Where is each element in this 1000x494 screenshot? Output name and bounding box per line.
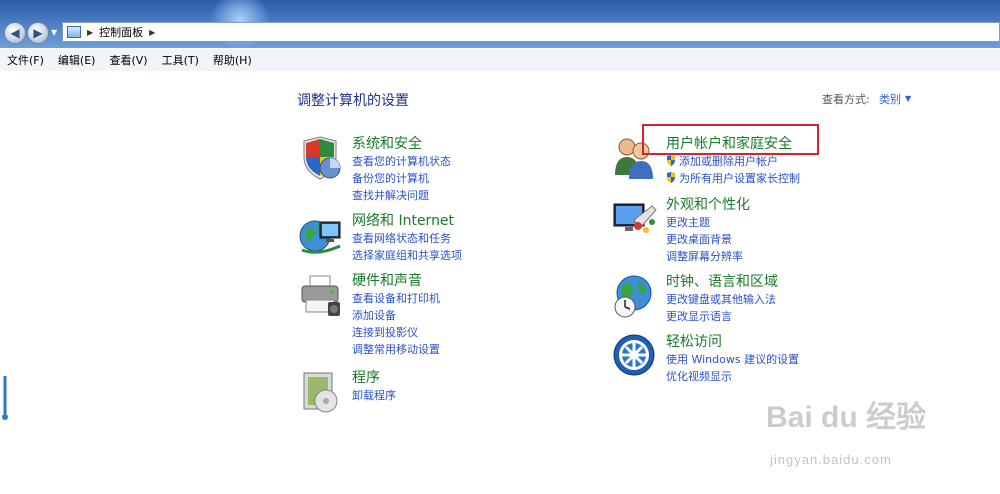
link-optimize-visual-display[interactable]: 优化视频显示 [666, 368, 799, 385]
link-connect-projector[interactable]: 连接到投影仪 [352, 324, 440, 341]
category-title-system[interactable]: 系统和安全 [352, 135, 451, 153]
menu-help[interactable]: 帮助(H) [206, 52, 259, 68]
thermometer-icon [2, 376, 8, 420]
forward-arrow-icon: ▶ [33, 26, 43, 40]
monitor-palette-icon [613, 203, 657, 233]
link-display-language[interactable]: 更改显示语言 [666, 308, 778, 325]
link-network-status[interactable]: 查看网络状态和任务 [352, 230, 462, 247]
category-title-hardware[interactable]: 硬件和声音 [352, 272, 440, 290]
uac-shield-icon [667, 155, 675, 166]
clock-globe-icon [614, 275, 652, 318]
highlight-box [642, 124, 819, 155]
category-title-programs[interactable]: 程序 [352, 369, 396, 387]
chevron-down-icon[interactable]: ▼ [905, 94, 911, 103]
link-uninstall-program[interactable]: 卸载程序 [352, 387, 396, 404]
link-add-remove-accounts[interactable]: 添加或删除用户帐户 [666, 153, 800, 170]
link-parental-controls[interactable]: 为所有用户设置家长控制 [666, 170, 800, 187]
link-change-keyboard[interactable]: 更改键盘或其他输入法 [666, 291, 778, 308]
menu-edit[interactable]: 编辑(E) [51, 52, 103, 68]
uac-shield-icon [667, 172, 675, 183]
program-box-icon [303, 372, 338, 413]
link-view-computer-status[interactable]: 查看您的计算机状态 [352, 153, 451, 170]
recent-pages-dropdown-icon[interactable]: ▼ [51, 28, 57, 37]
category-body: 外观和个性化 更改主题 更改桌面背景 调整屏幕分辨率 [666, 196, 750, 265]
network-globe-icon [299, 220, 341, 254]
category-title-clock[interactable]: 时钟、语言和区域 [666, 273, 778, 291]
link-add-device[interactable]: 添加设备 [352, 307, 440, 324]
link-label: 为所有用户设置家长控制 [679, 172, 800, 185]
link-label: 添加或删除用户帐户 [679, 155, 778, 168]
link-devices-printers[interactable]: 查看设备和打印机 [352, 290, 440, 307]
link-troubleshoot[interactable]: 查找并解决问题 [352, 187, 451, 204]
category-title-appearance[interactable]: 外观和个性化 [666, 196, 750, 214]
link-mobility-settings[interactable]: 调整常用移动设置 [352, 341, 440, 358]
link-change-theme[interactable]: 更改主题 [666, 214, 750, 231]
view-by-dropdown[interactable]: 类别 [879, 91, 901, 107]
window-titlebar: ◀ ▶ ▼ ▶ 控制面板 ▶ [0, 0, 1000, 50]
link-homegroup-sharing[interactable]: 选择家庭组和共享选项 [352, 247, 462, 264]
link-windows-suggested-settings[interactable]: 使用 Windows 建议的设置 [666, 351, 799, 368]
category-title-ease[interactable]: 轻松访问 [666, 333, 799, 351]
category-body: 硬件和声音 查看设备和打印机 添加设备 连接到投影仪 调整常用移动设置 [352, 272, 440, 358]
link-screen-resolution[interactable]: 调整屏幕分辨率 [666, 248, 750, 265]
link-backup-computer[interactable]: 备份您的计算机 [352, 170, 451, 187]
baidu-jingyan-watermark-url: jingyan.baidu.com [770, 452, 892, 467]
menu-tools[interactable]: 工具(T) [155, 52, 206, 68]
view-by-label: 查看方式: [822, 93, 870, 106]
category-body: 程序 卸载程序 [352, 369, 396, 404]
category-body: 轻松访问 使用 Windows 建议的设置 优化视频显示 [666, 333, 799, 385]
page-title: 调整计算机的设置 [297, 93, 409, 109]
printer-icon [301, 275, 340, 316]
menu-view[interactable]: 查看(V) [102, 52, 154, 68]
link-desktop-background[interactable]: 更改桌面背景 [666, 231, 750, 248]
breadcrumb-control-panel[interactable]: 控制面板 [99, 24, 143, 40]
category-body: 时钟、语言和区域 更改键盘或其他输入法 更改显示语言 [666, 273, 778, 325]
forward-button[interactable]: ▶ [27, 22, 49, 44]
breadcrumb-chevron-icon[interactable]: ▶ [149, 28, 155, 37]
menu-bar: 文件(F) 编辑(E) 查看(V) 工具(T) 帮助(H) [0, 49, 1000, 71]
address-bar[interactable]: ▶ 控制面板 ▶ [62, 22, 1000, 42]
baidu-jingyan-watermark-logo: Bai du 经验 [766, 401, 927, 434]
control-panel-icon [67, 26, 81, 38]
shield-pie-icon [303, 136, 341, 180]
category-body: 网络和 Internet 查看网络状态和任务 选择家庭组和共享选项 [352, 212, 462, 264]
breadcrumb-separator-icon[interactable]: ▶ [87, 28, 93, 37]
ease-of-access-icon [613, 334, 655, 376]
category-title-network[interactable]: 网络和 Internet [352, 212, 462, 230]
category-body: 系统和安全 查看您的计算机状态 备份您的计算机 查找并解决问题 [352, 135, 451, 204]
back-arrow-icon: ◀ [10, 26, 20, 40]
back-button[interactable]: ◀ [4, 22, 26, 44]
menu-file[interactable]: 文件(F) [0, 52, 51, 68]
